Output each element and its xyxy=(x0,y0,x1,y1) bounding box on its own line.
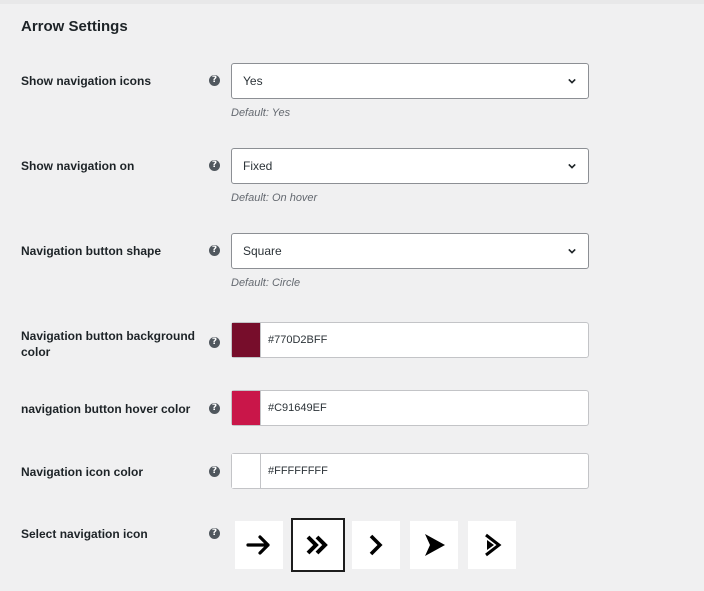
chevron-triangle-right-icon xyxy=(485,533,502,557)
double-chevron-right-icon xyxy=(306,535,328,555)
section-title: Arrow Settings xyxy=(21,18,128,35)
chevron-down-icon xyxy=(568,248,576,254)
color-hex-value[interactable]: #770D2BFF xyxy=(268,323,327,357)
help-icon[interactable]: ? xyxy=(209,337,220,348)
arrow-right-icon xyxy=(246,535,270,555)
chevron-down-icon xyxy=(568,78,576,84)
color-swatch[interactable] xyxy=(232,454,261,488)
show-navigation-on-select[interactable]: Fixed xyxy=(231,148,589,184)
show-navigation-on-label: Show navigation on xyxy=(21,159,135,173)
help-icon[interactable]: ? xyxy=(209,466,220,477)
color-swatch[interactable] xyxy=(232,323,261,357)
color-hex-value[interactable]: #FFFFFFFF xyxy=(268,454,328,488)
help-icon[interactable]: ? xyxy=(209,75,220,86)
show-navigation-icons-select[interactable]: Yes xyxy=(231,63,589,99)
icon-option-chevron-right[interactable] xyxy=(352,521,400,569)
hover-color-field[interactable]: #C91649EF xyxy=(231,390,589,426)
color-swatch[interactable] xyxy=(232,391,261,425)
default-note: Default: On hover xyxy=(231,192,318,204)
chevron-right-icon xyxy=(369,534,383,556)
background-color-label: Navigation button background color xyxy=(21,329,195,359)
hover-color-label: navigation button hover color xyxy=(21,402,191,416)
icon-option-chevron-triangle-right[interactable] xyxy=(468,521,516,569)
icon-option-triangle-right[interactable] xyxy=(410,521,458,569)
select-value: Fixed xyxy=(243,159,273,173)
icon-option-double-chevron-right[interactable] xyxy=(291,518,345,572)
icon-option-arrow-right[interactable] xyxy=(235,521,283,569)
select-navigation-icon-label: Select navigation icon xyxy=(21,527,148,541)
icon-color-label: Navigation icon color xyxy=(21,465,144,479)
show-navigation-icons-label: Show navigation icons xyxy=(21,74,152,88)
help-icon[interactable]: ? xyxy=(209,245,220,256)
default-note: Default: Circle xyxy=(231,277,301,289)
background-color-field[interactable]: #770D2BFF xyxy=(231,322,589,358)
top-divider xyxy=(0,0,704,4)
help-icon[interactable]: ? xyxy=(209,160,220,171)
navigation-button-shape-label: Navigation button shape xyxy=(21,244,162,258)
help-icon[interactable]: ? xyxy=(209,403,220,414)
chevron-down-icon xyxy=(568,163,576,169)
select-value: Square xyxy=(243,244,282,258)
help-icon[interactable]: ? xyxy=(209,528,220,539)
select-value: Yes xyxy=(243,74,263,88)
color-hex-value[interactable]: #C91649EF xyxy=(268,391,327,425)
icon-color-field[interactable]: #FFFFFFFF xyxy=(231,453,589,489)
default-note: Default: Yes xyxy=(231,107,291,119)
triangle-right-icon xyxy=(425,534,445,556)
navigation-button-shape-select[interactable]: Square xyxy=(231,233,589,269)
